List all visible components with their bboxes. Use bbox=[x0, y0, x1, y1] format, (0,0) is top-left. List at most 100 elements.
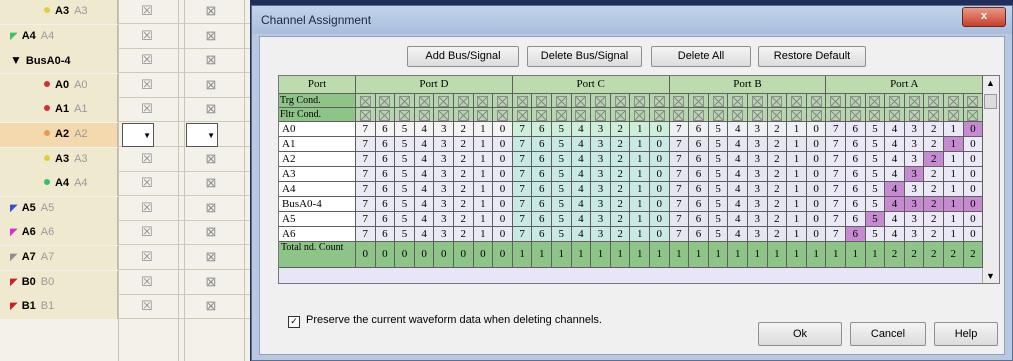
channel-name-cell[interactable]: ◤ A7 A7 bbox=[0, 246, 118, 270]
bit-cell[interactable]: 7 bbox=[669, 167, 690, 182]
bit-cell[interactable]: 5 bbox=[552, 182, 572, 197]
bit-cell[interactable]: 1 bbox=[944, 182, 964, 197]
condition-cell[interactable] bbox=[356, 94, 376, 108]
bit-cell[interactable]: 0 bbox=[493, 197, 513, 212]
bit-cell[interactable]: 1 bbox=[473, 212, 494, 227]
condition-cell[interactable] bbox=[669, 94, 690, 108]
dialog-titlebar[interactable]: Channel Assignment x bbox=[252, 6, 1012, 34]
condition-cell[interactable] bbox=[806, 94, 827, 108]
bit-cell[interactable]: 5 bbox=[865, 182, 886, 197]
bit-cell[interactable]: 3 bbox=[591, 122, 611, 137]
bit-cell[interactable]: 3 bbox=[748, 152, 768, 167]
bit-cell[interactable]: 3 bbox=[434, 197, 454, 212]
condition-dropdown[interactable]: ▼ bbox=[186, 123, 218, 147]
bit-cell[interactable]: 7 bbox=[512, 182, 533, 197]
bit-cell[interactable]: 4 bbox=[728, 197, 748, 212]
condition-cell[interactable] bbox=[571, 108, 592, 122]
bit-cell[interactable]: 7 bbox=[356, 167, 376, 182]
bit-cell[interactable]: 4 bbox=[571, 152, 592, 167]
channel-row[interactable]: ◤ A6 A6 ☒ ⊠ bbox=[0, 221, 250, 246]
bit-cell[interactable]: 5 bbox=[708, 197, 729, 212]
bit-cell[interactable]: 2 bbox=[610, 227, 631, 242]
condition-cell[interactable] bbox=[885, 94, 905, 108]
bit-cell[interactable]: 3 bbox=[591, 152, 611, 167]
bit-cell[interactable]: 3 bbox=[748, 197, 768, 212]
bit-cell[interactable]: 0 bbox=[650, 197, 670, 212]
bit-cell[interactable]: 3 bbox=[904, 212, 925, 227]
bit-cell[interactable]: 5 bbox=[865, 212, 886, 227]
bit-cell[interactable]: 2 bbox=[767, 152, 788, 167]
bit-cell[interactable]: 3 bbox=[748, 167, 768, 182]
condition-cell[interactable] bbox=[395, 108, 415, 122]
bit-cell[interactable]: 7 bbox=[669, 227, 690, 242]
bit-cell[interactable]: 2 bbox=[924, 137, 944, 152]
channel-name-cell[interactable]: A3 A3 bbox=[0, 0, 118, 24]
channel-row[interactable]: ◤ A7 A7 ☒ ⊠ bbox=[0, 246, 250, 270]
trigger-cell-icon[interactable]: ☒ bbox=[136, 76, 158, 94]
bit-cell[interactable]: 3 bbox=[591, 227, 611, 242]
bit-cell[interactable]: 6 bbox=[375, 227, 396, 242]
bit-cell[interactable]: 0 bbox=[963, 212, 984, 227]
condition-cell[interactable] bbox=[728, 94, 748, 108]
condition-cell[interactable] bbox=[767, 94, 788, 108]
bit-cell[interactable]: 6 bbox=[689, 212, 709, 227]
bit-cell[interactable]: 0 bbox=[806, 167, 827, 182]
ok-button[interactable]: Ok bbox=[758, 322, 842, 346]
bit-cell[interactable]: 5 bbox=[395, 152, 415, 167]
condition-cell[interactable] bbox=[728, 108, 748, 122]
condition-cell[interactable] bbox=[846, 108, 866, 122]
bit-cell[interactable]: 7 bbox=[826, 152, 846, 167]
filter-cell-icon[interactable]: ⊠ bbox=[200, 273, 222, 291]
bit-cell[interactable]: 5 bbox=[865, 137, 886, 152]
bit-cell[interactable]: 2 bbox=[924, 197, 944, 212]
bit-cell[interactable]: 1 bbox=[630, 167, 650, 182]
bit-cell[interactable]: 5 bbox=[708, 212, 729, 227]
bit-cell[interactable]: 5 bbox=[708, 167, 729, 182]
bit-cell[interactable]: 6 bbox=[689, 137, 709, 152]
bit-cell[interactable]: 2 bbox=[767, 212, 788, 227]
channel-row[interactable]: A1 A1 ☒ ⊠ bbox=[0, 98, 250, 123]
channel-name-cell[interactable]: ◤ B0 B0 bbox=[0, 270, 118, 295]
condition-cell[interactable] bbox=[865, 108, 886, 122]
bit-cell[interactable]: 4 bbox=[414, 167, 435, 182]
condition-cell[interactable] bbox=[885, 108, 905, 122]
bit-cell[interactable]: 7 bbox=[356, 122, 376, 137]
condition-cell[interactable] bbox=[552, 94, 572, 108]
bit-cell[interactable]: 2 bbox=[454, 182, 474, 197]
bit-cell[interactable]: 0 bbox=[806, 182, 827, 197]
condition-cell[interactable] bbox=[414, 108, 435, 122]
bit-cell[interactable]: 1 bbox=[787, 227, 807, 242]
bit-cell[interactable]: 3 bbox=[434, 227, 454, 242]
bit-cell[interactable]: 4 bbox=[885, 212, 905, 227]
channel-name-cell[interactable]: ◤ A4 A4 bbox=[0, 24, 118, 49]
signal-row-label[interactable]: A1 bbox=[279, 137, 356, 152]
bit-cell[interactable]: 3 bbox=[434, 212, 454, 227]
bit-cell[interactable]: 4 bbox=[414, 182, 435, 197]
condition-cell[interactable] bbox=[650, 108, 670, 122]
condition-cell[interactable] bbox=[493, 108, 513, 122]
bit-cell[interactable]: 0 bbox=[963, 152, 984, 167]
bit-cell[interactable]: 6 bbox=[532, 167, 552, 182]
bit-cell[interactable]: 2 bbox=[610, 212, 631, 227]
condition-cell[interactable] bbox=[434, 108, 454, 122]
bit-cell[interactable]: 5 bbox=[395, 122, 415, 137]
bit-cell[interactable]: 4 bbox=[414, 122, 435, 137]
bit-cell[interactable]: 7 bbox=[512, 227, 533, 242]
channel-row[interactable]: A3 A3 ☒ ⊠ bbox=[0, 0, 250, 24]
bit-cell[interactable]: 6 bbox=[532, 227, 552, 242]
scroll-up-arrow-icon[interactable]: ▲ bbox=[986, 78, 995, 88]
bit-cell[interactable]: 3 bbox=[434, 152, 454, 167]
condition-cell[interactable] bbox=[944, 94, 964, 108]
bit-cell[interactable]: 1 bbox=[787, 182, 807, 197]
bit-cell[interactable]: 4 bbox=[885, 167, 905, 182]
bit-cell[interactable]: 3 bbox=[591, 212, 611, 227]
condition-cell[interactable] bbox=[904, 108, 925, 122]
bit-cell[interactable]: 1 bbox=[787, 152, 807, 167]
bit-cell[interactable]: 5 bbox=[708, 122, 729, 137]
bit-cell[interactable]: 6 bbox=[846, 212, 866, 227]
bit-cell[interactable]: 2 bbox=[767, 227, 788, 242]
bit-cell[interactable]: 6 bbox=[689, 122, 709, 137]
bit-cell[interactable]: 0 bbox=[493, 212, 513, 227]
bit-cell[interactable]: 6 bbox=[375, 197, 396, 212]
bit-cell[interactable]: 3 bbox=[591, 182, 611, 197]
